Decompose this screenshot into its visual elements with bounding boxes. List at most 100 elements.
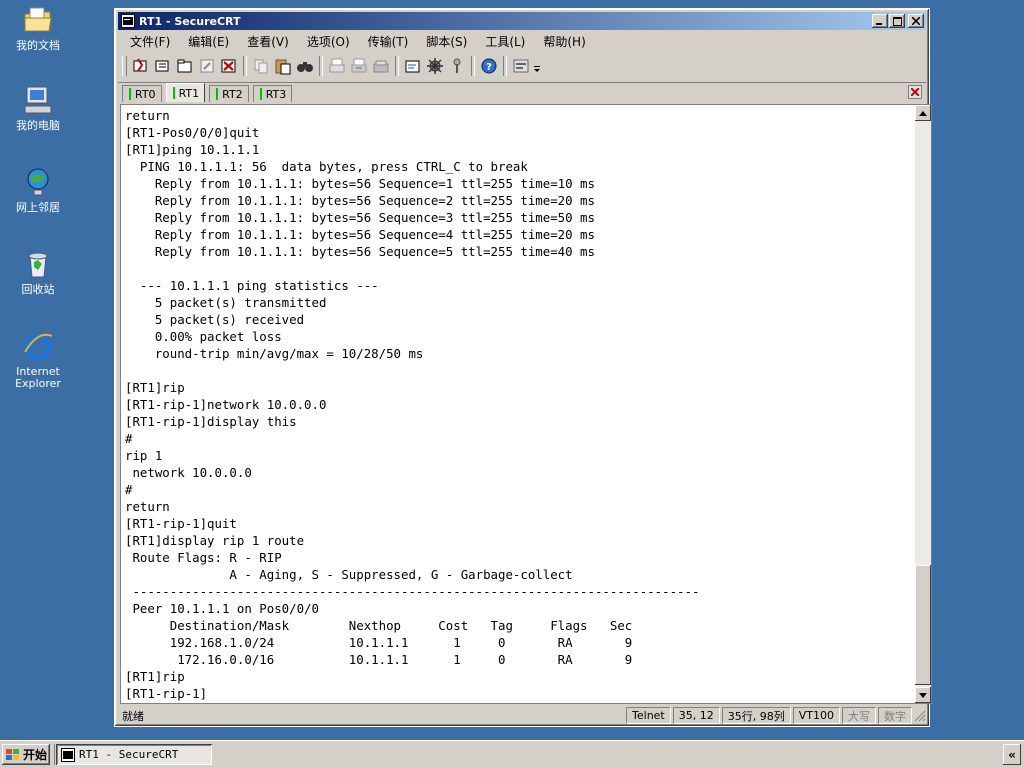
session-tabs: RT0 RT1 RT2 RT3 <box>118 82 926 103</box>
terminal-line: 5 packet(s) received <box>125 312 305 327</box>
keymap-button[interactable] <box>446 55 468 77</box>
find-button[interactable] <box>294 55 316 77</box>
terminal-line: Route Flags: R - RIP <box>125 550 282 565</box>
binoculars-icon <box>297 62 313 72</box>
start-button[interactable]: 开始 <box>2 744 50 765</box>
connect-icon <box>133 58 147 72</box>
print-setup-button[interactable] <box>370 55 392 77</box>
copy-button[interactable] <box>250 55 272 77</box>
menu-tools[interactable]: 工具(L) <box>476 33 534 50</box>
status-caps-lock: 大写 <box>842 707 876 724</box>
terminal-output[interactable]: return [RT1-Pos0/0/0]quit [RT1]ping 10.1.1… <box>121 105 916 703</box>
tab-rt1[interactable]: RT1 <box>165 83 206 102</box>
tray-expand-button[interactable]: « <box>1003 744 1021 765</box>
connection-status-indicator <box>216 88 219 100</box>
paste-button[interactable] <box>272 55 294 77</box>
terminal-frame: return [RT1-Pos0/0/0]quit [RT1]ping 10.1.1… <box>120 104 932 704</box>
menu-file[interactable]: 文件(F) <box>118 33 179 50</box>
minimize-icon <box>876 23 882 25</box>
maximize-button[interactable] <box>889 14 905 28</box>
desktop-icon-label: 网上邻居 <box>16 201 60 214</box>
terminal-line: --- 10.1.1.1 ping statistics --- <box>125 278 379 293</box>
menu-edit[interactable]: 编辑(E) <box>179 33 238 50</box>
scroll-thumb[interactable] <box>915 565 931 685</box>
my-computer-icon <box>24 86 52 114</box>
close-tab-button[interactable] <box>908 85 922 99</box>
securecrt-app-icon <box>61 747 75 762</box>
chevron-left-icon: « <box>1008 747 1016 762</box>
menu-bar: 文件(F) 编辑(E) 查看(V) 选项(O) 传输(T) 脚本(S) 工具(L… <box>118 31 926 51</box>
scroll-up-button[interactable] <box>915 105 931 121</box>
tab-label: RT0 <box>135 87 156 101</box>
terminal-line: # <box>125 431 133 446</box>
desktop-icon-my-documents[interactable]: 我的文档 <box>4 4 72 52</box>
recycle-bin-icon <box>28 252 48 278</box>
windows-logo-icon <box>6 748 19 760</box>
tab-rt3[interactable]: RT3 <box>252 85 293 102</box>
securecrt-window: RT1 - SecureCRT 文件(F) 编辑(E) 查看(V) 选项(O) … <box>114 8 932 727</box>
status-num-lock: 数字 <box>878 707 912 724</box>
tab-rt2[interactable]: RT2 <box>209 85 249 102</box>
terminal-line: [RT1-rip-1]quit <box>125 516 237 531</box>
disconnect-button[interactable] <box>218 55 240 77</box>
reconnect-button[interactable] <box>196 55 218 77</box>
window-title: RT1 - SecureCRT <box>139 14 241 28</box>
vertical-scrollbar[interactable] <box>915 105 931 703</box>
toolbar-grip[interactable] <box>122 56 127 76</box>
session-options-button[interactable] <box>402 55 424 77</box>
tab-label: RT1 <box>178 86 200 100</box>
toolbar-overflow-button[interactable] <box>532 55 542 77</box>
close-icon <box>912 17 920 25</box>
menu-help[interactable]: 帮助(H) <box>534 33 594 50</box>
terminal-line: Destination/Mask Nexthop Cost Tag Flags … <box>125 618 633 633</box>
printer-icon <box>373 60 389 73</box>
arrow-down-icon <box>919 692 927 698</box>
terminal-line: Reply from 10.1.1.1: bytes=56 Sequence=1… <box>125 176 595 191</box>
desktop-icon-recycle-bin[interactable]: 回收站 <box>4 248 72 296</box>
scroll-down-button[interactable] <box>915 687 931 703</box>
terminal-line: Peer 10.1.1.1 on Pos0/0/0 <box>125 601 319 616</box>
arrow-up-icon <box>919 110 927 116</box>
terminal-line: 172.16.0.0/16 10.1.1.1 1 0 RA 9 <box>125 652 633 667</box>
print-selection-button[interactable] <box>348 55 370 77</box>
minimize-button[interactable] <box>872 14 888 28</box>
global-options-button[interactable] <box>424 55 446 77</box>
status-bar: 就绪 Telnet 35, 12 35行, 98列 VT100 大写 数字 <box>118 706 926 725</box>
connect-in-tab-button[interactable] <box>174 55 196 77</box>
help-button[interactable]: ? <box>478 55 500 77</box>
menu-view[interactable]: 查看(V) <box>238 33 298 50</box>
status-cursor-position: 35, 12 <box>672 707 720 724</box>
close-icon <box>911 88 919 96</box>
svg-text:?: ? <box>486 62 492 73</box>
toolbar-separator <box>319 56 323 76</box>
securecrt-app-icon <box>121 14 135 28</box>
menu-transfer[interactable]: 传输(T) <box>359 33 418 50</box>
desktop-icon-internet-explorer[interactable]: Internet Explorer <box>4 330 72 390</box>
title-bar[interactable]: RT1 - SecureCRT <box>118 12 926 30</box>
terminal-line: return <box>125 499 170 514</box>
properties-button[interactable] <box>510 55 532 77</box>
desktop-icon-label: 我的文档 <box>16 39 60 52</box>
print-button[interactable] <box>326 55 348 77</box>
connection-status-indicator <box>172 87 175 99</box>
terminal-line: 0.00% packet loss <box>125 329 282 344</box>
resize-grip-icon[interactable] <box>914 710 926 722</box>
copy-icon <box>254 59 268 74</box>
connect-button[interactable] <box>130 55 152 77</box>
paste-icon <box>275 59 291 75</box>
network-places-icon <box>27 168 49 196</box>
desktop-icon-label: Internet Explorer <box>15 365 61 390</box>
maximize-icon <box>892 16 902 26</box>
menu-options[interactable]: 选项(O) <box>298 33 359 50</box>
taskbar-securecrt-button[interactable]: RT1 - SecureCRT <box>56 744 212 765</box>
tab-rt0[interactable]: RT0 <box>122 85 162 102</box>
close-button[interactable] <box>908 14 924 28</box>
menu-script[interactable]: 脚本(S) <box>417 33 476 50</box>
desktop-icon-my-computer[interactable]: 我的电脑 <box>4 84 72 132</box>
disconnect-icon <box>221 59 236 73</box>
help-icon: ? <box>481 58 497 74</box>
desktop-icon-network[interactable]: 网上邻居 <box>4 166 72 214</box>
quick-connect-button[interactable] <box>152 55 174 77</box>
terminal-line: [RT1]display rip 1 route <box>125 533 305 548</box>
print-icon <box>329 58 345 73</box>
